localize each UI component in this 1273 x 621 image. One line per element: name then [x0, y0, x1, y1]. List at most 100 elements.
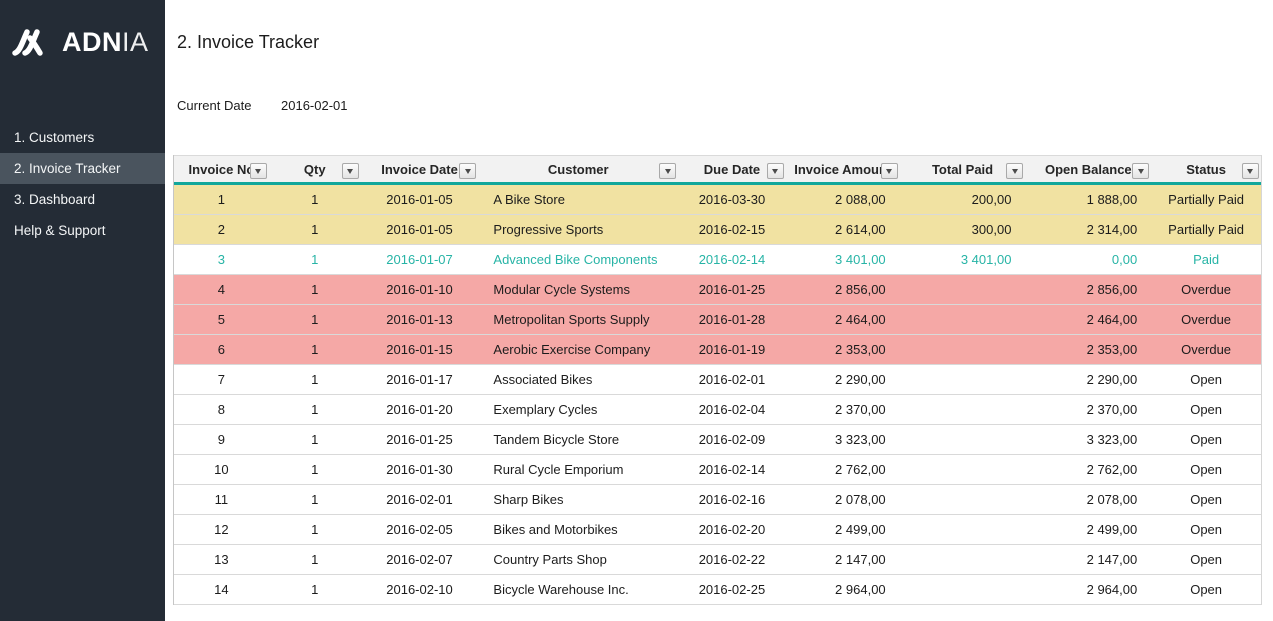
cell-customer[interactable]: Metropolitan Sports Supply: [478, 305, 678, 334]
cell-invoice_date[interactable]: 2016-01-13: [361, 305, 479, 334]
cell-invoice_date[interactable]: 2016-01-07: [361, 245, 479, 274]
cell-total_paid[interactable]: [900, 335, 1026, 364]
sidebar-item-help-support[interactable]: Help & Support: [0, 215, 165, 246]
filter-button-customer[interactable]: [659, 163, 676, 179]
cell-invoice_no[interactable]: 9: [174, 425, 269, 454]
cell-customer[interactable]: Bikes and Motorbikes: [478, 515, 678, 544]
cell-invoice_date[interactable]: 2016-02-05: [361, 515, 479, 544]
filter-button-due-date[interactable]: [767, 163, 784, 179]
cell-total_paid[interactable]: [900, 425, 1026, 454]
filter-button-qty[interactable]: [342, 163, 359, 179]
cell-open_balance[interactable]: 2 856,00: [1025, 275, 1151, 304]
cell-status[interactable]: Open: [1151, 455, 1261, 484]
cell-due_date[interactable]: 2016-02-22: [678, 545, 786, 574]
sidebar-item-3-dashboard[interactable]: 3. Dashboard: [0, 184, 165, 215]
cell-total_paid[interactable]: 300,00: [900, 215, 1026, 244]
cell-invoice_no[interactable]: 5: [174, 305, 269, 334]
cell-total_paid[interactable]: 3 401,00: [900, 245, 1026, 274]
cell-customer[interactable]: Progressive Sports: [478, 215, 678, 244]
cell-status[interactable]: Paid: [1151, 245, 1261, 274]
cell-status[interactable]: Open: [1151, 395, 1261, 424]
cell-customer[interactable]: A Bike Store: [478, 185, 678, 214]
cell-customer[interactable]: Aerobic Exercise Company: [478, 335, 678, 364]
cell-due_date[interactable]: 2016-02-09: [678, 425, 786, 454]
cell-due_date[interactable]: 2016-03-30: [678, 185, 786, 214]
cell-invoice_date[interactable]: 2016-01-10: [361, 275, 479, 304]
cell-invoice_no[interactable]: 7: [174, 365, 269, 394]
cell-due_date[interactable]: 2016-02-01: [678, 365, 786, 394]
sidebar-item-1-customers[interactable]: 1. Customers: [0, 122, 165, 153]
cell-due_date[interactable]: 2016-02-15: [678, 215, 786, 244]
cell-invoice_no[interactable]: 6: [174, 335, 269, 364]
cell-invoice_amount[interactable]: 2 614,00: [786, 215, 900, 244]
cell-status[interactable]: Partially Paid: [1151, 185, 1261, 214]
cell-invoice_no[interactable]: 4: [174, 275, 269, 304]
cell-status[interactable]: Open: [1151, 365, 1261, 394]
cell-qty[interactable]: 1: [269, 185, 361, 214]
cell-invoice_amount[interactable]: 2 856,00: [786, 275, 900, 304]
cell-total_paid[interactable]: 200,00: [900, 185, 1026, 214]
cell-customer[interactable]: Exemplary Cycles: [478, 395, 678, 424]
cell-open_balance[interactable]: 2 964,00: [1025, 575, 1151, 604]
cell-invoice_no[interactable]: 13: [174, 545, 269, 574]
sidebar-item-2-invoice-tracker[interactable]: 2. Invoice Tracker: [0, 153, 165, 184]
cell-total_paid[interactable]: [900, 275, 1026, 304]
cell-due_date[interactable]: 2016-02-14: [678, 245, 786, 274]
cell-invoice_no[interactable]: 10: [174, 455, 269, 484]
cell-customer[interactable]: Rural Cycle Emporium: [478, 455, 678, 484]
cell-open_balance[interactable]: 2 147,00: [1025, 545, 1151, 574]
cell-customer[interactable]: Advanced Bike Components: [478, 245, 678, 274]
cell-due_date[interactable]: 2016-02-20: [678, 515, 786, 544]
cell-status[interactable]: Open: [1151, 545, 1261, 574]
cell-total_paid[interactable]: [900, 305, 1026, 334]
cell-invoice_no[interactable]: 1: [174, 185, 269, 214]
current-date-value[interactable]: 2016-02-01: [281, 98, 348, 113]
cell-total_paid[interactable]: [900, 575, 1026, 604]
cell-customer[interactable]: Country Parts Shop: [478, 545, 678, 574]
cell-invoice_amount[interactable]: 2 290,00: [786, 365, 900, 394]
cell-invoice_no[interactable]: 2: [174, 215, 269, 244]
cell-open_balance[interactable]: 2 314,00: [1025, 215, 1151, 244]
cell-invoice_amount[interactable]: 3 401,00: [786, 245, 900, 274]
cell-qty[interactable]: 1: [269, 515, 361, 544]
filter-button-invoice-amount[interactable]: [881, 163, 898, 179]
cell-invoice_amount[interactable]: 2 964,00: [786, 575, 900, 604]
cell-total_paid[interactable]: [900, 515, 1026, 544]
cell-invoice_no[interactable]: 12: [174, 515, 269, 544]
cell-invoice_no[interactable]: 14: [174, 575, 269, 604]
cell-status[interactable]: Partially Paid: [1151, 215, 1261, 244]
cell-open_balance[interactable]: 3 323,00: [1025, 425, 1151, 454]
cell-qty[interactable]: 1: [269, 485, 361, 514]
cell-due_date[interactable]: 2016-01-19: [678, 335, 786, 364]
cell-invoice_date[interactable]: 2016-01-17: [361, 365, 479, 394]
cell-qty[interactable]: 1: [269, 395, 361, 424]
cell-due_date[interactable]: 2016-01-28: [678, 305, 786, 334]
cell-invoice_date[interactable]: 2016-01-05: [361, 215, 479, 244]
filter-button-total-paid[interactable]: [1006, 163, 1023, 179]
cell-due_date[interactable]: 2016-02-16: [678, 485, 786, 514]
cell-total_paid[interactable]: [900, 455, 1026, 484]
cell-due_date[interactable]: 2016-02-14: [678, 455, 786, 484]
cell-invoice_amount[interactable]: 2 147,00: [786, 545, 900, 574]
cell-invoice_no[interactable]: 8: [174, 395, 269, 424]
cell-invoice_date[interactable]: 2016-02-01: [361, 485, 479, 514]
cell-due_date[interactable]: 2016-02-04: [678, 395, 786, 424]
cell-open_balance[interactable]: 0,00: [1025, 245, 1151, 274]
cell-status[interactable]: Overdue: [1151, 305, 1261, 334]
cell-total_paid[interactable]: [900, 365, 1026, 394]
cell-invoice_no[interactable]: 11: [174, 485, 269, 514]
cell-invoice_amount[interactable]: 3 323,00: [786, 425, 900, 454]
cell-due_date[interactable]: 2016-02-25: [678, 575, 786, 604]
cell-invoice_amount[interactable]: 2 499,00: [786, 515, 900, 544]
cell-open_balance[interactable]: 2 762,00: [1025, 455, 1151, 484]
cell-qty[interactable]: 1: [269, 455, 361, 484]
cell-status[interactable]: Overdue: [1151, 275, 1261, 304]
cell-invoice_amount[interactable]: 2 088,00: [786, 185, 900, 214]
cell-open_balance[interactable]: 2 290,00: [1025, 365, 1151, 394]
cell-status[interactable]: Open: [1151, 575, 1261, 604]
cell-customer[interactable]: Bicycle Warehouse Inc.: [478, 575, 678, 604]
cell-invoice_amount[interactable]: 2 370,00: [786, 395, 900, 424]
filter-button-invoice-date[interactable]: [459, 163, 476, 179]
cell-invoice_date[interactable]: 2016-01-15: [361, 335, 479, 364]
cell-invoice_amount[interactable]: 2 464,00: [786, 305, 900, 334]
